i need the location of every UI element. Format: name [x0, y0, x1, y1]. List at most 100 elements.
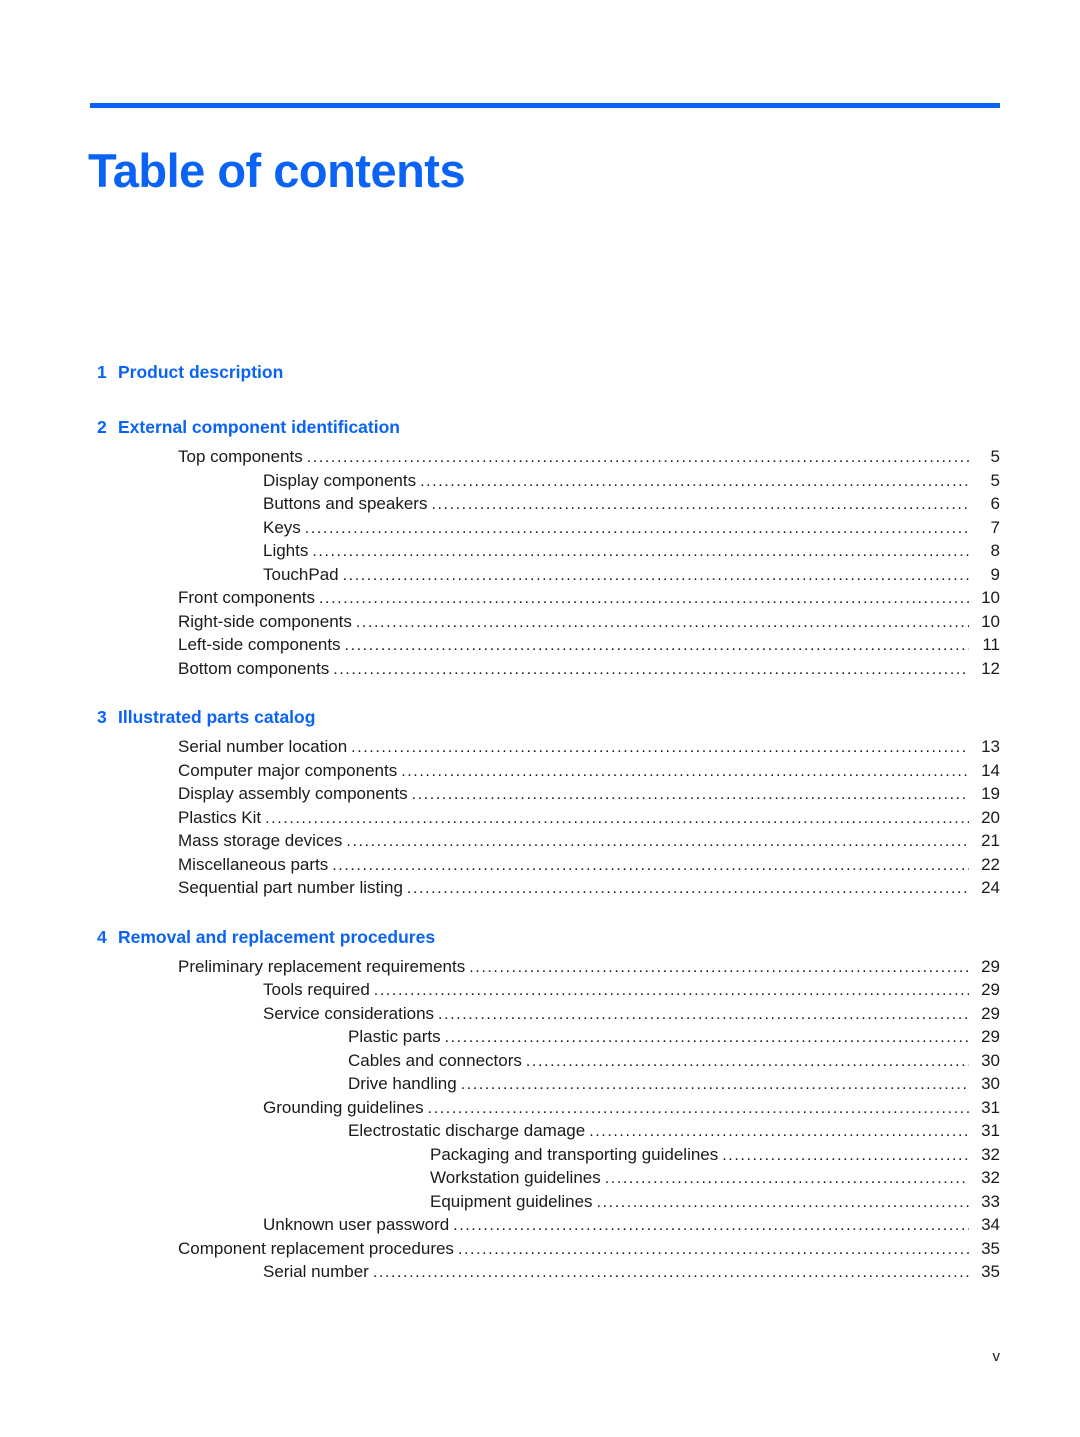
- chapter-title: Product description: [118, 362, 284, 382]
- toc-entry[interactable]: Electrostatic discharge damage..........…: [0, 1121, 1080, 1145]
- toc-entry[interactable]: TouchPad................................…: [0, 565, 1080, 589]
- toc-entry[interactable]: Right-side components...................…: [0, 612, 1080, 636]
- toc-entry-page-number: 33: [981, 1191, 1000, 1211]
- toc-entry-page-number: 30: [981, 1050, 1000, 1070]
- toc-entry[interactable]: Miscellaneous parts.....................…: [0, 855, 1080, 879]
- toc-entry[interactable]: Serial number...........................…: [0, 1262, 1080, 1286]
- toc-entry[interactable]: Service considerations..................…: [0, 1004, 1080, 1028]
- dot-leader: ........................................…: [438, 1006, 969, 1023]
- title-rule: [90, 103, 1000, 108]
- toc-entry-label: Plastic parts: [348, 1027, 441, 1046]
- chapter-heading[interactable]: 2 External component identification: [0, 417, 1080, 447]
- toc-entry-label: Computer major components: [178, 760, 398, 780]
- toc-entry-label: Front components: [178, 588, 316, 607]
- toc-entry-page-number: 13: [981, 737, 1000, 756]
- chapter-heading[interactable]: 1 Product description: [0, 362, 1080, 392]
- toc-entry-page-number: 21: [981, 831, 1000, 850]
- toc-entry[interactable]: Workstation guidelines..................…: [0, 1168, 1080, 1192]
- dot-leader: ........................................…: [411, 787, 969, 803]
- toc-entry-label: Sequential part number listing: [178, 878, 403, 897]
- dot-leader: ........................................…: [342, 567, 969, 584]
- dot-leader: ........................................…: [460, 1077, 969, 1093]
- toc-entry[interactable]: Grounding guidelines....................…: [0, 1098, 1080, 1122]
- toc-page: Table of contents 1 Product description 2 E…: [0, 0, 1080, 1437]
- toc-entry[interactable]: Serial number location..................…: [0, 737, 1080, 761]
- toc-entry[interactable]: Left-side components....................…: [0, 635, 1080, 659]
- toc-entry-page-number: 30: [981, 1074, 1000, 1093]
- dot-leader: ........................................…: [525, 1053, 969, 1070]
- toc-entry[interactable]: Plastics Kit............................…: [0, 808, 1080, 832]
- toc-entry-page-number: 29: [981, 980, 1000, 999]
- toc-entry-label: Service considerations: [263, 1003, 435, 1023]
- toc-entry-page-number: 7: [990, 517, 1000, 537]
- dot-leader: ........................................…: [306, 450, 969, 466]
- toc-entry[interactable]: Computer major components...............…: [0, 761, 1080, 785]
- toc-entry[interactable]: Packaging and transporting guidelines...…: [0, 1145, 1080, 1169]
- toc-entry-label: Electrostatic discharge damage: [348, 1121, 586, 1140]
- dot-leader: ........................................…: [722, 1147, 969, 1164]
- toc-chapter: 3 Illustrated parts catalog Serial number …: [0, 707, 1080, 902]
- toc-entry[interactable]: Display components......................…: [0, 471, 1080, 495]
- toc-entry-label: Display components: [263, 470, 417, 490]
- chapter-number: 4: [97, 926, 107, 947]
- toc-entry-label: Serial number: [263, 1262, 369, 1281]
- toc-entry[interactable]: Front components........................…: [0, 588, 1080, 612]
- toc-entry-page-number: 6: [990, 494, 1000, 513]
- toc-entry-page-number: 31: [981, 1121, 1000, 1140]
- toc-entry[interactable]: Tools required..........................…: [0, 980, 1080, 1004]
- toc-entry[interactable]: Bottom components.......................…: [0, 659, 1080, 683]
- toc-entry-label: Unknown user password: [263, 1215, 450, 1234]
- toc-entry-label: Preliminary replacement requirements: [178, 956, 466, 976]
- chapter-entry-list: Top components..........................…: [0, 447, 1080, 682]
- toc-entry[interactable]: Equipment guidelines....................…: [0, 1192, 1080, 1216]
- chapter-heading[interactable]: 4 Removal and replacement procedures: [0, 927, 1080, 957]
- footer-page-number: v: [992, 1348, 1001, 1365]
- dot-leader: ........................................…: [420, 473, 969, 490]
- chapter-entry-list: Preliminary replacement requirements....…: [0, 957, 1080, 1286]
- toc-entry[interactable]: Top components..........................…: [0, 447, 1080, 471]
- toc-entry-label: Plastics Kit: [178, 807, 262, 827]
- toc-entry[interactable]: Cables and connectors...................…: [0, 1051, 1080, 1075]
- dot-leader: ........................................…: [401, 763, 969, 780]
- toc-entry-page-number: 5: [990, 470, 1000, 490]
- dot-leader: ........................................…: [265, 810, 969, 827]
- toc-entry-label: Workstation guidelines: [430, 1168, 601, 1187]
- dot-leader: ........................................…: [373, 983, 969, 999]
- toc-entry[interactable]: Preliminary replacement requirements....…: [0, 957, 1080, 981]
- chapter-title: Illustrated parts catalog: [118, 707, 316, 727]
- dot-leader: ........................................…: [312, 544, 969, 560]
- dot-leader: ........................................…: [431, 497, 969, 513]
- dot-leader: ........................................…: [589, 1124, 969, 1140]
- toc-entry[interactable]: Keys....................................…: [0, 518, 1080, 542]
- toc-entry-page-number: 10: [981, 588, 1000, 607]
- dot-leader: ........................................…: [444, 1030, 969, 1046]
- toc-entry-label: Cables and connectors: [348, 1050, 522, 1070]
- dot-leader: ........................................…: [304, 520, 969, 537]
- toc-entry-page-number: 14: [981, 760, 1000, 780]
- chapter-number: 1: [97, 362, 107, 382]
- toc-entry-label: Miscellaneous parts: [178, 854, 329, 874]
- toc-entry-page-number: 19: [981, 784, 1000, 803]
- toc-entry[interactable]: Plastic parts...........................…: [0, 1027, 1080, 1051]
- toc-entry[interactable]: Sequential part number listing..........…: [0, 878, 1080, 902]
- chapter-heading[interactable]: 3 Illustrated parts catalog: [0, 707, 1080, 737]
- toc-entry-label: Packaging and transporting guidelines: [430, 1144, 719, 1164]
- toc-entry-label: Component replacement procedures: [178, 1238, 454, 1258]
- toc-entry[interactable]: Lights..................................…: [0, 541, 1080, 565]
- toc-entry[interactable]: Component replacement procedures........…: [0, 1239, 1080, 1263]
- toc-entry-page-number: 29: [981, 1027, 1000, 1046]
- dot-leader: ........................................…: [469, 959, 969, 976]
- toc-entry-label: Buttons and speakers: [263, 494, 428, 513]
- toc-entry[interactable]: Buttons and speakers....................…: [0, 494, 1080, 518]
- dot-leader: ........................................…: [457, 1241, 969, 1258]
- toc-entry-page-number: 9: [990, 564, 1000, 584]
- toc-entry-page-number: 8: [990, 541, 1000, 560]
- toc-entry[interactable]: Unknown user password...................…: [0, 1215, 1080, 1239]
- toc-entry[interactable]: Display assembly components.............…: [0, 784, 1080, 808]
- toc-entry-page-number: 32: [981, 1168, 1000, 1187]
- toc-entry-page-number: 22: [981, 854, 1000, 874]
- toc-entry[interactable]: Drive handling..........................…: [0, 1074, 1080, 1098]
- toc-entry[interactable]: Mass storage devices....................…: [0, 831, 1080, 855]
- chapter-number: 3: [97, 707, 107, 727]
- toc-entry-page-number: 34: [981, 1215, 1000, 1234]
